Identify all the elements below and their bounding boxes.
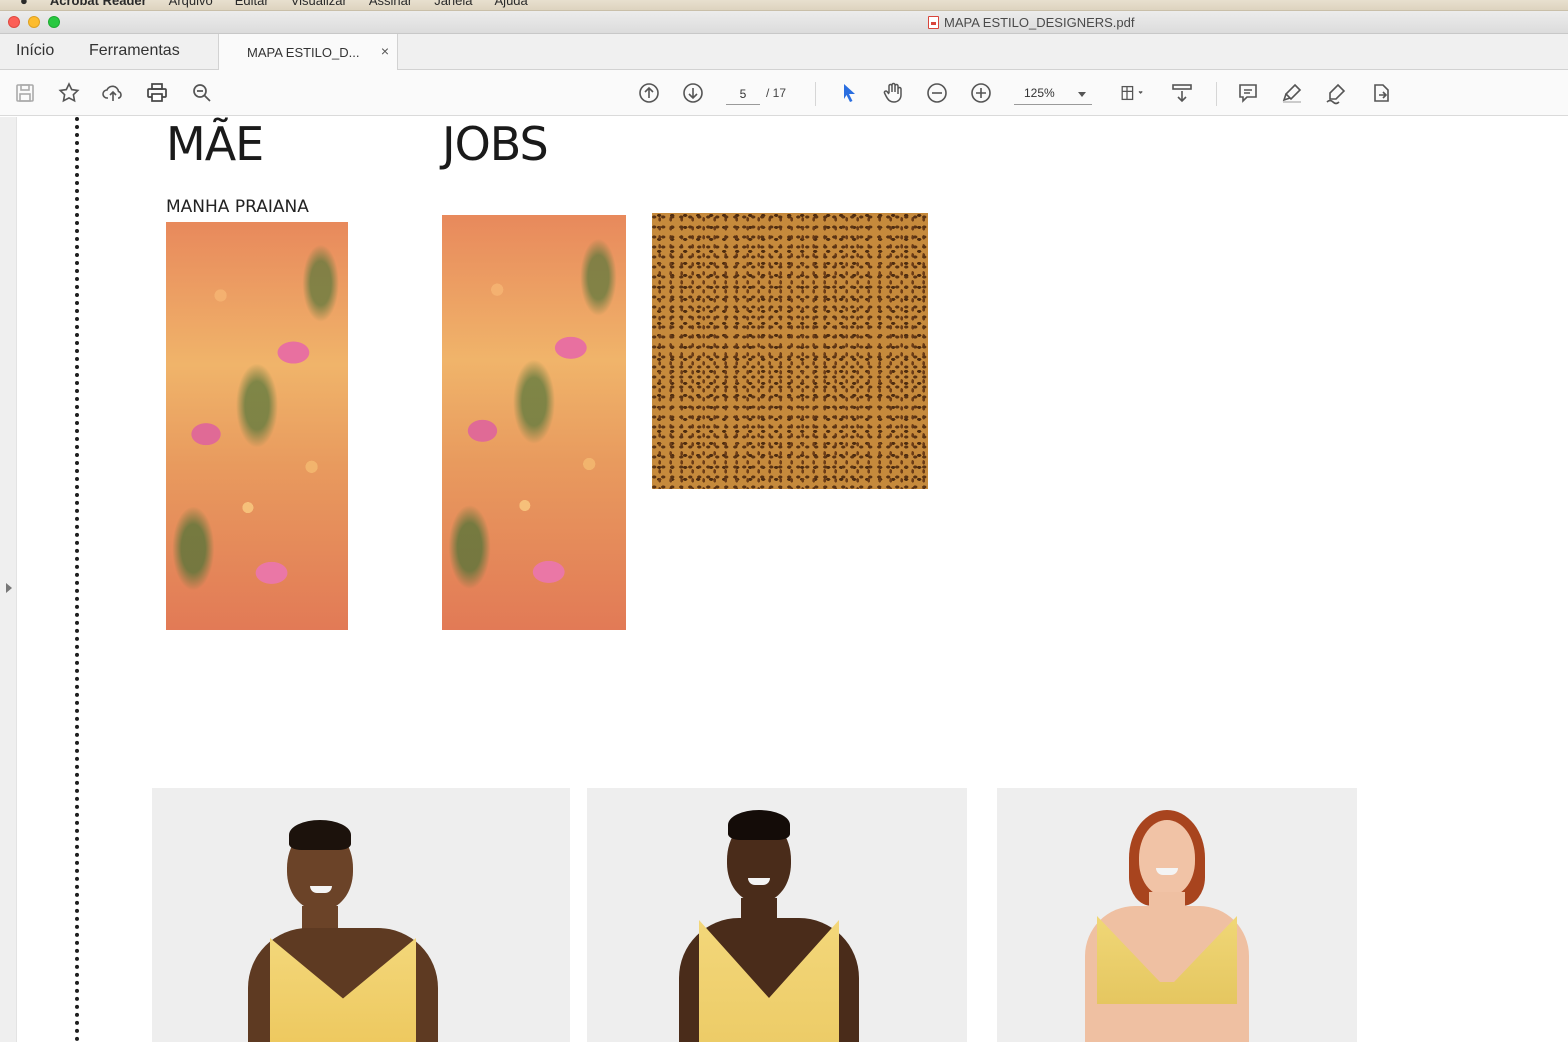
arrow-up-circle-icon[interactable] (636, 80, 662, 106)
toolbar-divider (815, 82, 816, 106)
document-view[interactable]: MÃE JOBS MANHA PRAIANA (0, 117, 1568, 1042)
tab-document-label: MAPA ESTILO_D... (247, 45, 360, 60)
menu-assinar[interactable]: Assinar (369, 0, 412, 8)
zoom-search-icon[interactable] (189, 80, 215, 106)
tab-ferramentas[interactable]: Ferramentas (89, 42, 180, 60)
floral-print-image (442, 215, 626, 630)
apple-icon[interactable]: ● (20, 0, 28, 8)
window-title-text: MAPA ESTILO_DESIGNERS.pdf (944, 15, 1135, 30)
hand-icon[interactable] (880, 80, 906, 106)
model-photo (152, 788, 570, 1042)
zoom-in-icon[interactable] (968, 80, 994, 106)
dotted-divider (75, 117, 79, 1042)
close-tab-icon[interactable]: × (381, 43, 389, 59)
page-number-input[interactable] (726, 83, 760, 105)
page-total: / 17 (766, 86, 787, 100)
page-fit-icon[interactable] (1114, 80, 1148, 106)
zoom-dropdown[interactable]: 125% (1014, 83, 1092, 105)
chevron-down-icon (1078, 92, 1086, 97)
comment-icon[interactable] (1235, 80, 1261, 106)
zoom-out-icon[interactable] (924, 80, 950, 106)
tab-bar: Início Ferramentas MAPA ESTILO_D... × (0, 34, 1568, 70)
menu-visualizar[interactable]: Visualizar (291, 0, 347, 8)
zoom-window-button[interactable] (48, 16, 60, 28)
leopard-print-image (652, 213, 928, 489)
close-window-button[interactable] (8, 16, 20, 28)
mac-menubar: ● Acrobat Reader Arquivo Editar Visualiz… (0, 0, 1568, 11)
window-title: MAPA ESTILO_DESIGNERS.pdf (928, 15, 1135, 30)
toolbar: / 17 125% (0, 70, 1568, 116)
model-photo (587, 788, 967, 1042)
heading-mae: MÃE (166, 117, 264, 171)
menu-janela[interactable]: Janela (434, 0, 472, 8)
zoom-value: 125% (1024, 86, 1055, 100)
model-photo (997, 788, 1357, 1042)
floral-print-image (166, 222, 348, 630)
star-icon[interactable] (56, 80, 82, 106)
toolbar-divider (1216, 82, 1217, 106)
minimize-window-button[interactable] (28, 16, 40, 28)
scroll-mode-icon[interactable] (1169, 80, 1195, 106)
menu-app-name[interactable]: Acrobat Reader (50, 0, 147, 8)
tab-document[interactable]: MAPA ESTILO_D... × (218, 34, 398, 70)
heading-jobs: JOBS (442, 117, 549, 171)
sign-icon[interactable] (1323, 80, 1349, 106)
menu-editar[interactable]: Editar (235, 0, 269, 8)
left-panel-toggle[interactable] (0, 117, 17, 1042)
save-icon[interactable] (12, 80, 38, 106)
upload-cloud-icon[interactable] (100, 80, 126, 106)
highlight-pen-icon[interactable] (1279, 80, 1305, 106)
menu-arquivo[interactable]: Arquivo (169, 0, 213, 8)
window-titlebar: MAPA ESTILO_DESIGNERS.pdf (0, 11, 1568, 34)
subheading-manha-praiana: MANHA PRAIANA (166, 197, 309, 217)
chevron-right-icon[interactable] (6, 583, 12, 593)
arrow-down-circle-icon[interactable] (680, 80, 706, 106)
menu-ajuda[interactable]: Ajuda (495, 0, 528, 8)
tab-inicio[interactable]: Início (16, 42, 54, 60)
select-cursor-icon[interactable] (836, 80, 862, 106)
pdf-file-icon (928, 16, 939, 29)
share-icon[interactable] (1368, 80, 1394, 106)
print-icon[interactable] (144, 80, 170, 106)
